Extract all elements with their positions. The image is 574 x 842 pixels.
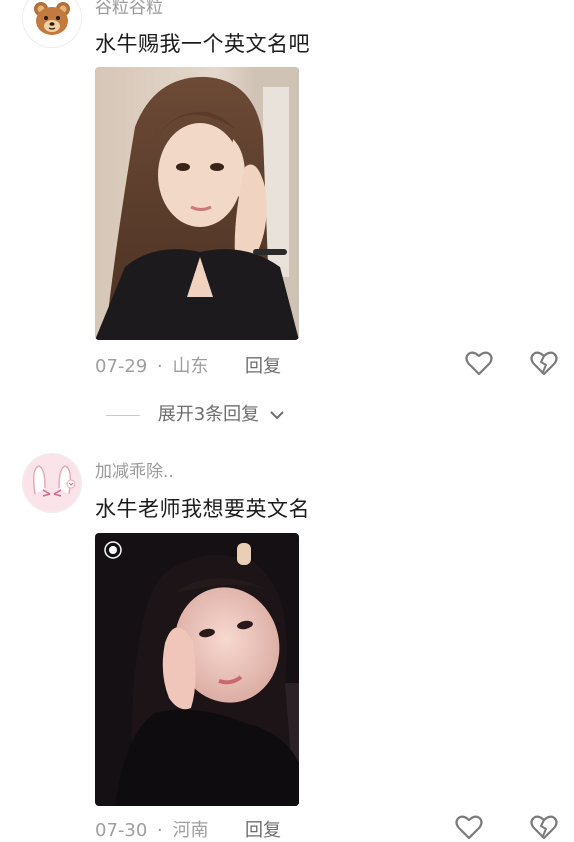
- meta-separator: ·: [157, 820, 163, 841]
- comment-location: 山东: [172, 356, 209, 377]
- heart-outline-icon[interactable]: [455, 814, 483, 840]
- broken-heart-icon[interactable]: [530, 350, 558, 376]
- meta-separator: ·: [157, 356, 163, 377]
- avatar[interactable]: [22, 0, 82, 48]
- comment-text: 水牛赐我一个英文名吧: [95, 32, 310, 56]
- divider-line: [106, 414, 140, 416]
- expand-replies-button[interactable]: 展开3条回复: [106, 400, 285, 426]
- comment-date: 07-29: [95, 356, 148, 377]
- comment-location: 河南: [172, 820, 209, 841]
- selfie-photo-1: [95, 67, 299, 340]
- comment-date: 07-30: [95, 820, 148, 841]
- comment-text: 水牛老师我想要英文名: [95, 497, 310, 521]
- bear-avatar-icon: [23, 0, 81, 47]
- comment-photo[interactable]: [95, 533, 299, 806]
- comment-meta: 07-30 · 河南: [95, 816, 209, 842]
- comment-photo[interactable]: [95, 67, 299, 340]
- comment-meta: 07-29 · 山东: [95, 352, 209, 378]
- reply-button[interactable]: 回复: [245, 816, 281, 842]
- broken-heart-icon[interactable]: [530, 814, 558, 840]
- heart-outline-icon[interactable]: [465, 350, 493, 376]
- chevron-down-icon: [270, 411, 284, 420]
- bunny-avatar-icon: [23, 454, 81, 512]
- comment-username[interactable]: 加减乖除..: [95, 457, 174, 482]
- comment-item: 谷粒谷粒 水牛赐我一个英文名吧 07-29 · 山东 回复 展开3条回复: [0, 0, 574, 430]
- selfie-photo-2: [95, 533, 299, 806]
- expand-replies-label: 展开3条回复: [157, 404, 260, 425]
- avatar[interactable]: [22, 453, 82, 513]
- reply-button[interactable]: 回复: [245, 352, 281, 378]
- comment-item: 加减乖除.. 水牛老师我想要英文名 07-30 · 河南 回复: [0, 450, 574, 841]
- comment-username[interactable]: 谷粒谷粒: [95, 0, 163, 18]
